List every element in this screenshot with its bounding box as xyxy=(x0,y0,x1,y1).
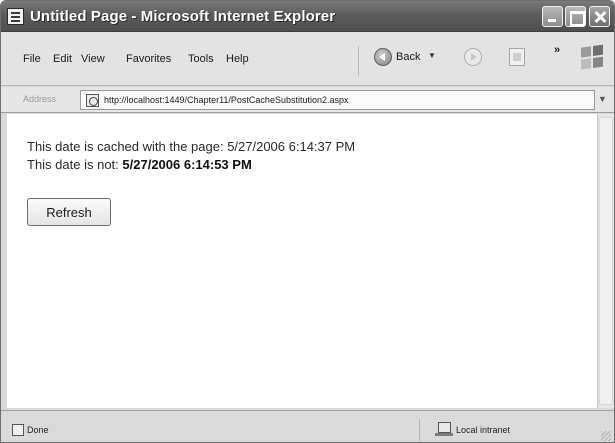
menu-file[interactable]: File xyxy=(23,53,41,65)
menu-tools[interactable]: Tools xyxy=(188,53,214,65)
scrollbar-thumb[interactable] xyxy=(599,117,613,405)
back-dropdown-icon[interactable]: ▼ xyxy=(428,51,436,60)
address-bar: Address http://localhost:1449/Chapter11/… xyxy=(1,87,614,113)
title-bar: Untitled Page - Microsoft Internet Explo… xyxy=(1,1,614,32)
cached-date-prefix: This date is cached with the page: xyxy=(27,139,224,154)
toolbar-overflow-chevron[interactable]: » xyxy=(554,44,560,56)
windows-flag-icon xyxy=(581,44,605,72)
close-button[interactable] xyxy=(589,6,610,27)
status-bar: Done Local intranet xyxy=(1,410,614,442)
address-input[interactable]: http://localhost:1449/Chapter11/PostCach… xyxy=(80,90,595,110)
local-intranet-icon xyxy=(435,422,453,436)
menu-help[interactable]: Help xyxy=(226,53,249,65)
refresh-button[interactable]: Refresh xyxy=(27,198,111,226)
uncached-date-line: This date is not: 5/27/2006 6:14:53 PM xyxy=(27,157,252,172)
uncached-date-prefix: This date is not: xyxy=(27,157,119,172)
back-label: Back xyxy=(396,51,421,63)
browser-window: Untitled Page - Microsoft Internet Explo… xyxy=(0,0,615,443)
cached-date-value: 5/27/2006 6:14:37 PM xyxy=(227,139,356,154)
security-zone-text: Local intranet xyxy=(456,425,511,435)
menu-edit[interactable]: Edit xyxy=(53,53,72,65)
done-page-icon xyxy=(12,424,24,436)
vertical-scrollbar[interactable] xyxy=(597,114,614,408)
toolbar-separator xyxy=(358,46,359,76)
menu-view[interactable]: View xyxy=(81,53,105,65)
page-icon xyxy=(86,94,99,107)
maximize-button[interactable] xyxy=(565,6,586,27)
window-title: Untitled Page - Microsoft Internet Explo… xyxy=(30,8,336,25)
page-content: This date is cached with the page: 5/27/… xyxy=(7,114,597,408)
minimize-button[interactable] xyxy=(542,6,563,27)
cached-date-line: This date is cached with the page: 5/27/… xyxy=(27,139,355,154)
menu-bar: File Edit View Favorites Tools Help Back… xyxy=(1,32,614,86)
stop-icon[interactable] xyxy=(509,48,525,66)
forward-arrow-icon[interactable] xyxy=(464,48,482,66)
ie-page-icon xyxy=(7,8,24,25)
menu-favorites[interactable]: Favorites xyxy=(126,53,171,65)
resize-grip[interactable] xyxy=(601,431,611,441)
address-dropdown-icon[interactable]: ▼ xyxy=(598,94,607,104)
uncached-date-value: 5/27/2006 6:14:53 PM xyxy=(122,157,252,172)
status-text: Done xyxy=(27,425,49,435)
address-url: http://localhost:1449/Chapter11/PostCach… xyxy=(104,95,349,105)
status-divider xyxy=(419,419,420,441)
back-arrow-icon xyxy=(374,48,392,66)
address-label: Address xyxy=(23,94,57,104)
